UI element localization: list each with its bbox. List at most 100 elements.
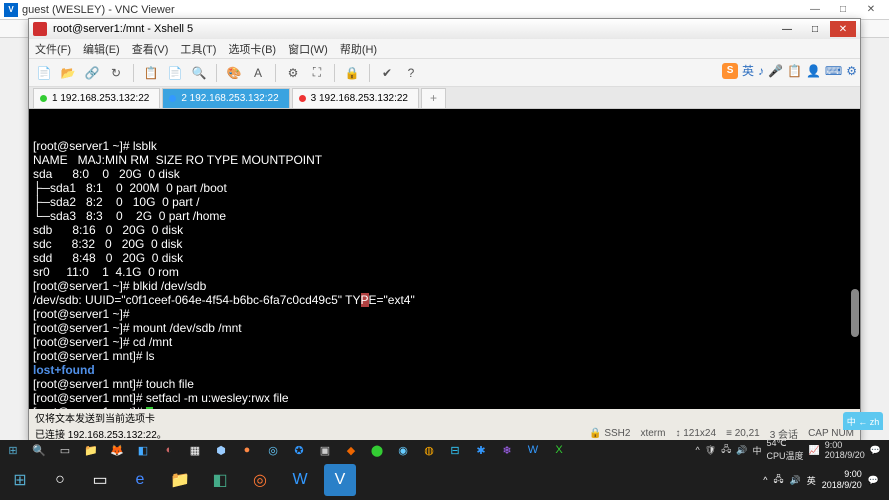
paste-icon[interactable]: 📄 xyxy=(166,64,184,82)
vnc-min-button[interactable]: — xyxy=(801,1,829,19)
color-icon[interactable]: 🎨 xyxy=(225,64,243,82)
vnc-title: guest (WESLEY) - VNC Viewer xyxy=(22,4,175,16)
app4-icon[interactable]: ⬢ xyxy=(210,441,232,459)
tray-up-icon: ^ xyxy=(763,475,767,485)
ime-lang[interactable]: 英 xyxy=(742,62,754,79)
help-icon[interactable]: ? xyxy=(402,64,420,82)
explorer-icon[interactable]: 📁 xyxy=(80,441,102,459)
status-dot-icon xyxy=(299,95,306,102)
xshell-min-button[interactable]: — xyxy=(774,21,800,37)
app-a-icon[interactable]: ◧ xyxy=(204,464,236,496)
tray-vol-icon: 🔊 xyxy=(790,475,801,486)
sogou-icon[interactable]: S xyxy=(722,63,738,79)
tray-graph-icon: 📈 xyxy=(809,445,820,456)
tab-2[interactable]: 2 192.168.253.132:22 xyxy=(162,88,289,108)
cortana-icon[interactable]: ○ xyxy=(44,464,76,496)
tray-sec-icon: 🛡 xyxy=(705,445,716,456)
taskview-icon[interactable]: ▭ xyxy=(84,464,116,496)
lock-icon[interactable]: 🔒 xyxy=(343,64,361,82)
vnc-task-icon[interactable]: V xyxy=(324,464,356,496)
tab-1[interactable]: 1 192.168.253.132:22 xyxy=(33,88,160,108)
fullscreen-icon[interactable]: ⛶ xyxy=(308,64,326,82)
open-icon[interactable]: 📂 xyxy=(59,64,77,82)
ime-clip-icon[interactable]: 📋 xyxy=(787,64,802,78)
ime-gear-icon[interactable]: ⚙ xyxy=(846,64,857,78)
menu-window[interactable]: 窗口(W) xyxy=(288,41,328,57)
menu-view[interactable]: 查看(V) xyxy=(132,41,169,57)
chrome-icon[interactable]: ◍ xyxy=(418,441,440,459)
edge-icon[interactable]: e xyxy=(124,464,156,496)
tray-date: 2018/9/20 xyxy=(825,450,865,460)
app14-icon[interactable]: ❄ xyxy=(496,441,518,459)
start-icon[interactable]: ⊞ xyxy=(2,441,24,459)
menu-file[interactable]: 文件(F) xyxy=(35,41,71,57)
xshell-max-button[interactable]: □ xyxy=(802,21,828,37)
word-icon[interactable]: W xyxy=(284,464,316,496)
ime-pinyin-icon[interactable]: ♪ xyxy=(758,64,764,78)
status-size: ↕ 121x24 xyxy=(675,428,716,439)
props-icon[interactable]: ⚙ xyxy=(284,64,302,82)
app5-icon[interactable]: ● xyxy=(236,441,258,459)
status-cursor: ≡ 20,21 xyxy=(726,428,760,439)
app1-icon[interactable]: ◧ xyxy=(132,441,154,459)
tray-temp: 54℃ xyxy=(767,438,804,449)
taskview-icon[interactable]: ▭ xyxy=(54,441,76,459)
terminal-scrollbar[interactable] xyxy=(851,289,859,337)
excel-icon[interactable]: X xyxy=(548,441,570,459)
status-dot-icon xyxy=(169,95,176,102)
status-hint: 仅将文本发送到当前选项卡 xyxy=(35,410,155,425)
font-icon[interactable]: A xyxy=(249,64,267,82)
outer-tray[interactable]: ^ 🖧 🔊 英 9:002018/9/20 💬 xyxy=(763,469,889,491)
ime-voice-icon[interactable]: 🎤 xyxy=(768,64,783,78)
tab-2-label: 2 192.168.253.132:22 xyxy=(181,93,278,104)
ime-toolbar[interactable]: S 英 ♪ 🎤 📋 👤 ⌨ ⚙ xyxy=(722,62,857,79)
word-icon[interactable]: W xyxy=(522,441,544,459)
app9-icon[interactable]: ◆ xyxy=(340,441,362,459)
terminal[interactable]: [root@server1 ~]# lsblkNAME MAJ:MIN RM S… xyxy=(29,109,860,409)
ime-kbd-icon[interactable]: ⌨ xyxy=(825,64,842,78)
app2-icon[interactable]: ◐ xyxy=(158,441,180,459)
menu-edit[interactable]: 编辑(E) xyxy=(83,41,120,57)
ime-user-icon[interactable]: 👤 xyxy=(806,64,821,78)
translate-button[interactable]: 中 ← zh xyxy=(843,412,883,430)
firefox-icon[interactable]: 🦊 xyxy=(106,441,128,459)
new-session-icon[interactable]: 📄 xyxy=(35,64,53,82)
connect-icon[interactable]: 🔗 xyxy=(83,64,101,82)
tray-net-icon: 🖧 xyxy=(773,472,783,488)
app13-icon[interactable]: ✱ xyxy=(470,441,492,459)
app-b-icon[interactable]: ◎ xyxy=(244,464,276,496)
tray-net-icon: 🖧 xyxy=(721,442,731,458)
menu-help[interactable]: 帮助(H) xyxy=(340,41,377,57)
app11-icon[interactable]: ◉ xyxy=(392,441,414,459)
inner-taskbar: ⊞ 🔍 ▭ 📁 🦊 ◧ ◐ ▦ ⬢ ● ◎ ✪ ▣ ◆ ⬤ ◉ ◍ ⊟ ✱ ❄ … xyxy=(0,440,889,460)
app12-icon[interactable]: ⊟ xyxy=(444,441,466,459)
vnc-close-button[interactable]: ✕ xyxy=(857,1,885,19)
tray-ime-icon: 英 xyxy=(807,474,816,487)
app6-icon[interactable]: ◎ xyxy=(262,441,284,459)
status-term: xterm xyxy=(640,428,665,439)
search-icon[interactable]: 🔍 xyxy=(190,64,208,82)
status-ssh: 🔒 SSH2 xyxy=(589,428,630,439)
tray-notif-icon: 💬 xyxy=(870,445,881,456)
app10-icon[interactable]: ⬤ xyxy=(366,441,388,459)
start-icon[interactable]: ⊞ xyxy=(4,464,36,496)
tray-vol-icon: 🔊 xyxy=(736,445,747,456)
xshell-titlebar: root@server1:/mnt - Xshell 5 — □ ✕ xyxy=(29,19,860,39)
menu-tabs[interactable]: 选项卡(B) xyxy=(228,41,276,57)
xshell-title: root@server1:/mnt - Xshell 5 xyxy=(53,23,193,35)
xshell-close-button[interactable]: ✕ xyxy=(830,21,856,37)
app7-icon[interactable]: ✪ xyxy=(288,441,310,459)
app8-icon[interactable]: ▣ xyxy=(314,441,336,459)
vnc-titlebar: V guest (WESLEY) - VNC Viewer — □ ✕ xyxy=(0,0,889,20)
tab-add-button[interactable]: + xyxy=(421,88,446,108)
tab-3[interactable]: 3 192.168.253.132:22 xyxy=(292,88,419,108)
check-icon[interactable]: ✔ xyxy=(378,64,396,82)
explorer-icon[interactable]: 📁 xyxy=(164,464,196,496)
reconnect-icon[interactable]: ↻ xyxy=(107,64,125,82)
search-icon[interactable]: 🔍 xyxy=(28,441,50,459)
copy-icon[interactable]: 📋 xyxy=(142,64,160,82)
inner-tray[interactable]: ^ 🛡 🖧 🔊 中 54℃CPU温度 📈 9:002018/9/20 💬 xyxy=(696,438,889,462)
vnc-max-button[interactable]: □ xyxy=(829,1,857,19)
menu-tools[interactable]: 工具(T) xyxy=(180,41,216,57)
app3-icon[interactable]: ▦ xyxy=(184,441,206,459)
